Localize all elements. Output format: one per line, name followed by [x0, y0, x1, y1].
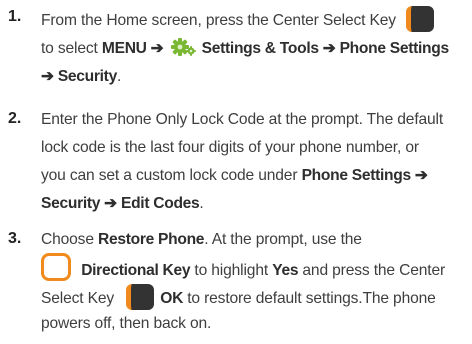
step-text: .: [199, 195, 204, 212]
settings-tools-term: Settings & Tools: [201, 40, 319, 58]
step-3-line-4: powers off, then back on.: [41, 315, 212, 332]
step-text: .: [116, 68, 122, 85]
step-text: to select: [41, 40, 102, 58]
step-3-line-1: Choose Restore Phone. At the prompt, use…: [41, 230, 362, 250]
step-1-line-1: From the Home screen, press the Center S…: [41, 6, 435, 34]
directional-key-icon: [41, 253, 71, 281]
yes-term: Yes: [272, 262, 299, 280]
step-3-line-2: Directional Key to highlight Yes and pre…: [41, 253, 446, 285]
center-select-key-icon: [406, 6, 435, 32]
center-select-key-icon: [126, 284, 155, 310]
step-text: From the Home screen, press the Center S…: [41, 12, 396, 30]
step-2-line-1: Enter the Phone Only Lock Code at the pr…: [41, 111, 444, 128]
arrow: ➔: [318, 40, 340, 58]
step-text: . At the prompt, use the: [204, 231, 362, 248]
step-text: and press the Center: [298, 262, 446, 280]
step-2-line-2: lock code is the last four digits of you…: [41, 139, 419, 156]
step-text: Select Key: [41, 290, 115, 308]
menu-term: MENU: [101, 40, 147, 58]
phone-settings-term: Phone Settings ➔: [301, 167, 428, 184]
step-text: to restore default settings.The phone: [183, 290, 436, 308]
security-edit-codes-term: Security ➔ Edit Codes: [41, 195, 200, 212]
step-number: 3.: [8, 230, 22, 247]
settings-gear-icon: [171, 38, 197, 56]
manual-page: 1. From the Home screen, press the Cente…: [0, 0, 472, 344]
step-1-line-3: ➔ Security.: [41, 67, 121, 87]
step-2-line-3: you can set a custom lock code under Pho…: [41, 166, 428, 186]
step-3-line-3: Select Key OK to restore default setting…: [41, 284, 436, 312]
directional-key-term: Directional Key: [81, 262, 191, 280]
step-number: 2.: [8, 110, 22, 127]
step-text: Choose: [41, 231, 99, 248]
phone-settings-term: Phone Settings: [339, 40, 450, 58]
ok-term: OK: [160, 290, 184, 308]
step-number: 1.: [8, 8, 22, 25]
step-text: you can set a custom lock code under: [41, 167, 302, 184]
step-2-line-4: Security ➔ Edit Codes.: [41, 194, 204, 214]
arrow: ➔: [146, 40, 168, 58]
restore-phone-term: Restore Phone: [98, 231, 205, 248]
step-1-line-2: to select MENU ➔ Settings & Tools ➔ Phon…: [41, 38, 450, 59]
security-term: Security: [57, 68, 117, 85]
step-text: to highlight: [190, 262, 273, 280]
arrow: ➔: [41, 68, 58, 85]
